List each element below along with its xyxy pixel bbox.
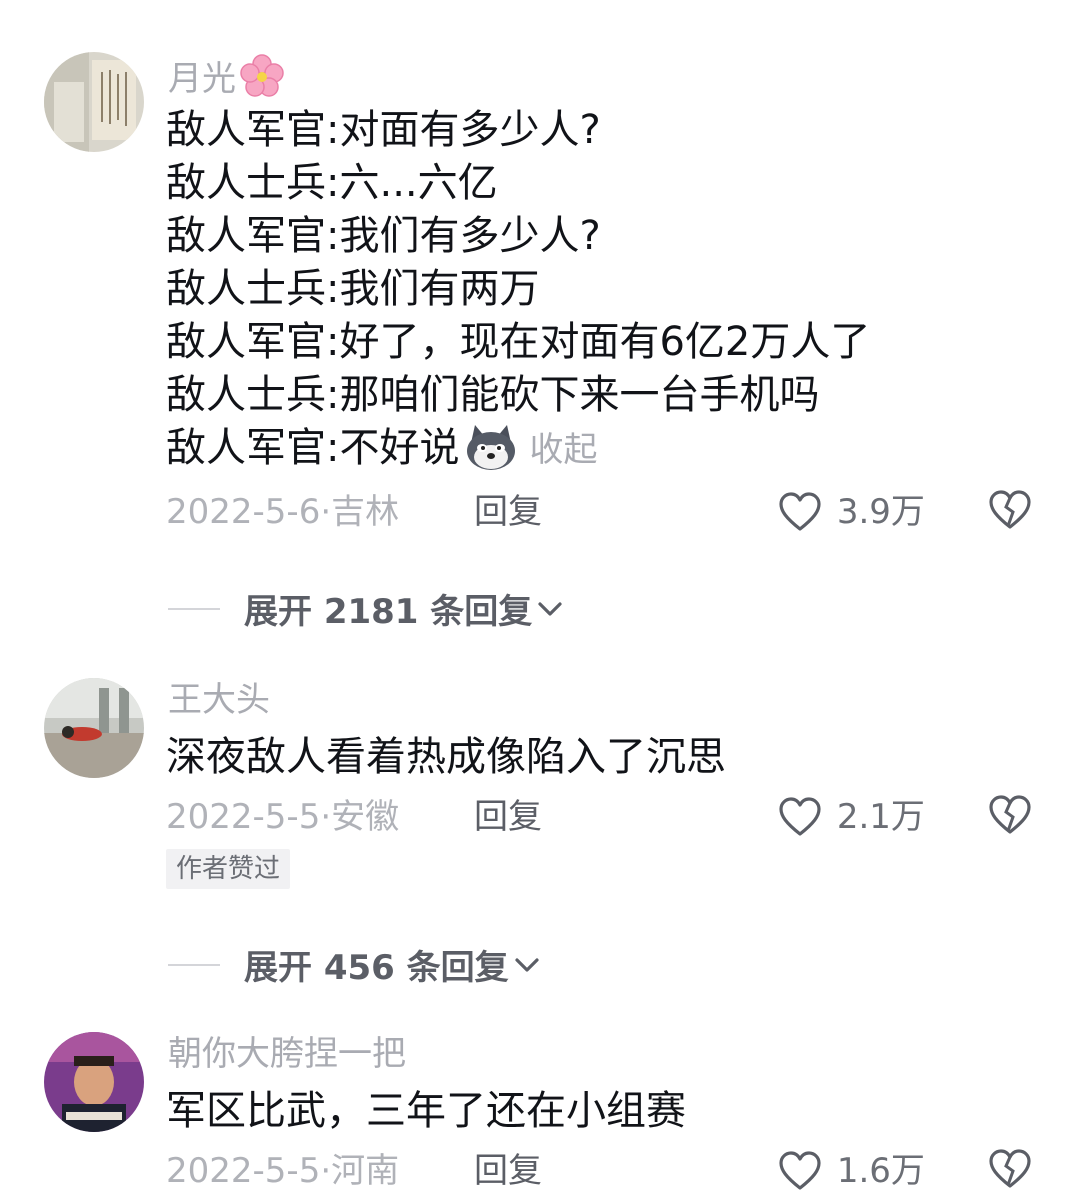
like-count: 1.6万 <box>836 1150 925 1191</box>
reply-button[interactable]: 回复 <box>474 492 542 532</box>
comment-line: 敌人军官:对面有多少人? <box>166 107 601 153</box>
comment-line: 敌人士兵:我们有两万 <box>166 266 540 312</box>
like-button[interactable]: 2.1万 <box>778 795 925 837</box>
reply-button[interactable]: 回复 <box>474 797 542 837</box>
date-location: 2022-5-6·吉林 <box>166 492 400 532</box>
date-location: 2022-5-5·河南 <box>166 1151 400 1191</box>
broken-heart-icon <box>988 795 1032 834</box>
collapse-button[interactable]: 收起 <box>529 430 597 470</box>
avatar[interactable] <box>44 52 144 152</box>
username-text[interactable]: 月光 <box>168 59 236 99</box>
like-button[interactable]: 3.9万 <box>778 490 925 532</box>
author-liked-badge: 作者赞过 <box>166 849 291 889</box>
divider-dash <box>168 963 220 966</box>
expand-replies-label[interactable]: 展开 2181 条回复 <box>244 592 532 632</box>
dislike-button[interactable] <box>988 795 1032 835</box>
comment-line: 敌人军官:好了，现在对面有6亿2万人了 <box>166 319 871 365</box>
heart-outline-icon <box>778 490 833 531</box>
chevron-down-icon <box>538 601 562 616</box>
date-location: 2022-5-5·安徽 <box>166 797 400 837</box>
comment-line: 军区比武，三年了还在小组赛 <box>166 1088 686 1134</box>
dislike-button[interactable] <box>988 490 1032 530</box>
comment-last-line: 敌人军官:不好说 收起 <box>166 422 870 485</box>
like-count: 3.9万 <box>836 491 925 532</box>
heart-outline-icon <box>778 795 833 836</box>
heart-outline-icon <box>778 1149 833 1190</box>
reply-button[interactable]: 回复 <box>474 1151 542 1191</box>
broken-heart-icon <box>988 490 1032 529</box>
like-button[interactable]: 1.6万 <box>778 1149 925 1191</box>
comment-body: 深夜敌人看着热成像陷入了沉思 <box>166 731 726 784</box>
expand-replies-button[interactable]: 展开 2181 条回复 <box>168 584 564 633</box>
comment-line: 敌人士兵:那咱们能砍下来一台手机吗 <box>166 372 820 418</box>
expand-replies-button[interactable]: 展开 456 条回复 <box>168 940 541 989</box>
cherry-blossom-icon <box>240 54 284 107</box>
comment-body: 军区比武，三年了还在小组赛 <box>166 1085 686 1138</box>
divider-dash <box>168 607 220 610</box>
comment-line: 敌人军官:我们有多少人? <box>166 213 601 259</box>
comment-line: 敌人军官:不好说 <box>166 425 460 471</box>
comment-line: 深夜敌人看着热成像陷入了沉思 <box>166 734 726 780</box>
expand-replies-label[interactable]: 展开 456 条回复 <box>244 948 509 988</box>
comment-body: 敌人军官:对面有多少人? 敌人士兵:六...六亿 敌人军官:我们有多少人? 敌人… <box>166 104 870 485</box>
username[interactable]: 王大头 <box>168 680 270 720</box>
username[interactable]: 月光 <box>168 54 284 107</box>
avatar[interactable] <box>44 1032 144 1132</box>
dislike-button[interactable] <box>988 1149 1032 1189</box>
like-count: 2.1万 <box>836 796 925 837</box>
chevron-down-icon <box>515 957 539 972</box>
username[interactable]: 朝你大胯捏一把 <box>168 1034 406 1074</box>
husky-dog-icon <box>463 423 519 485</box>
broken-heart-icon <box>988 1149 1032 1188</box>
comment-line: 敌人士兵:六...六亿 <box>166 160 498 206</box>
avatar[interactable] <box>44 678 144 778</box>
